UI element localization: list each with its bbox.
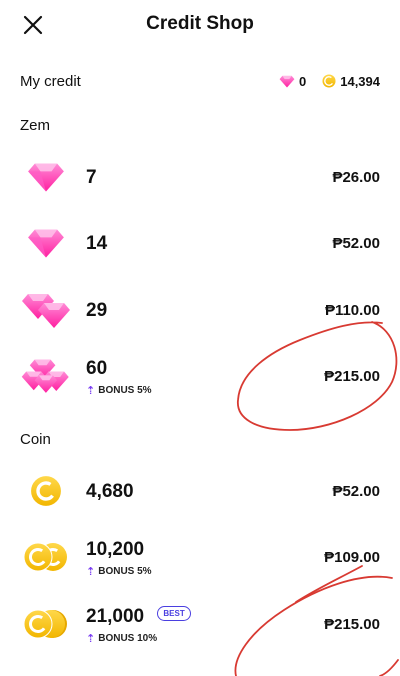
package-amount: 21,000 [86, 606, 145, 627]
bonus-text: BONUS 10% [98, 633, 158, 644]
package-amount: 10,200 [86, 539, 145, 560]
bonus-up-icon: ⇡ [86, 566, 96, 578]
coin-package-10200[interactable]: 10,200 ⇡ BONUS 5% ₱109.00 [0, 527, 400, 587]
bonus-text: BONUS 5% [98, 385, 152, 396]
package-amount: 4,680 [86, 481, 134, 502]
package-amount: 29 [86, 300, 108, 321]
my-credit-row: My credit 0 14,394 [20, 70, 380, 92]
zem-package-29[interactable]: 29 ₱110.00 [0, 280, 400, 340]
coin-stack-icon [23, 609, 67, 639]
package-price: ₱215.00 [324, 368, 380, 385]
package-price: ₱26.00 [332, 169, 380, 186]
zem-balance: 0 [299, 73, 307, 89]
credit-balances: 0 14,394 [279, 74, 380, 89]
package-price: ₱110.00 [324, 302, 380, 319]
bonus-label: ⇡ BONUS 10% [86, 632, 157, 645]
coin-icon [31, 476, 61, 506]
best-badge: BEST [157, 606, 191, 622]
package-price: ₱52.00 [332, 235, 380, 252]
gem-pile-icon [21, 359, 69, 393]
package-amount: 14 [86, 233, 108, 254]
package-amount-row: 21,000 BEST [86, 606, 191, 628]
coin-balance: 14,394 [340, 73, 380, 89]
gem-icon [279, 75, 295, 88]
my-credit-label: My credit [20, 72, 81, 90]
coin-section-label: Coin [20, 431, 51, 448]
bonus-up-icon: ⇡ [86, 633, 96, 645]
coin-pair-icon [23, 542, 67, 572]
gem-icon [28, 229, 64, 258]
bonus-up-icon: ⇡ [86, 385, 96, 397]
coin-icon [322, 74, 336, 88]
package-amount: 7 [86, 167, 97, 188]
bonus-text: BONUS 5% [98, 566, 152, 577]
package-price: ₱215.00 [324, 616, 380, 633]
zem-package-60[interactable]: 60 ⇡ BONUS 5% ₱215.00 [0, 346, 400, 406]
bonus-label: ⇡ BONUS 5% [86, 565, 152, 578]
gem-icon [28, 163, 64, 192]
zem-package-14[interactable]: 14 ₱52.00 [0, 213, 400, 273]
header: Credit Shop [0, 0, 400, 50]
gem-stack-icon [22, 294, 70, 328]
page-title: Credit Shop [146, 13, 254, 34]
coin-package-21000[interactable]: 21,000 BEST ⇡ BONUS 10% ₱215.00 [0, 594, 400, 654]
package-amount: 60 [86, 358, 108, 379]
bonus-label: ⇡ BONUS 5% [86, 384, 152, 397]
coin-package-4680[interactable]: 4,680 ₱52.00 [0, 461, 400, 521]
zem-package-7[interactable]: 7 ₱26.00 [0, 147, 400, 207]
package-price: ₱52.00 [332, 483, 380, 500]
zem-section-label: Zem [20, 117, 50, 134]
package-price: ₱109.00 [324, 549, 380, 566]
